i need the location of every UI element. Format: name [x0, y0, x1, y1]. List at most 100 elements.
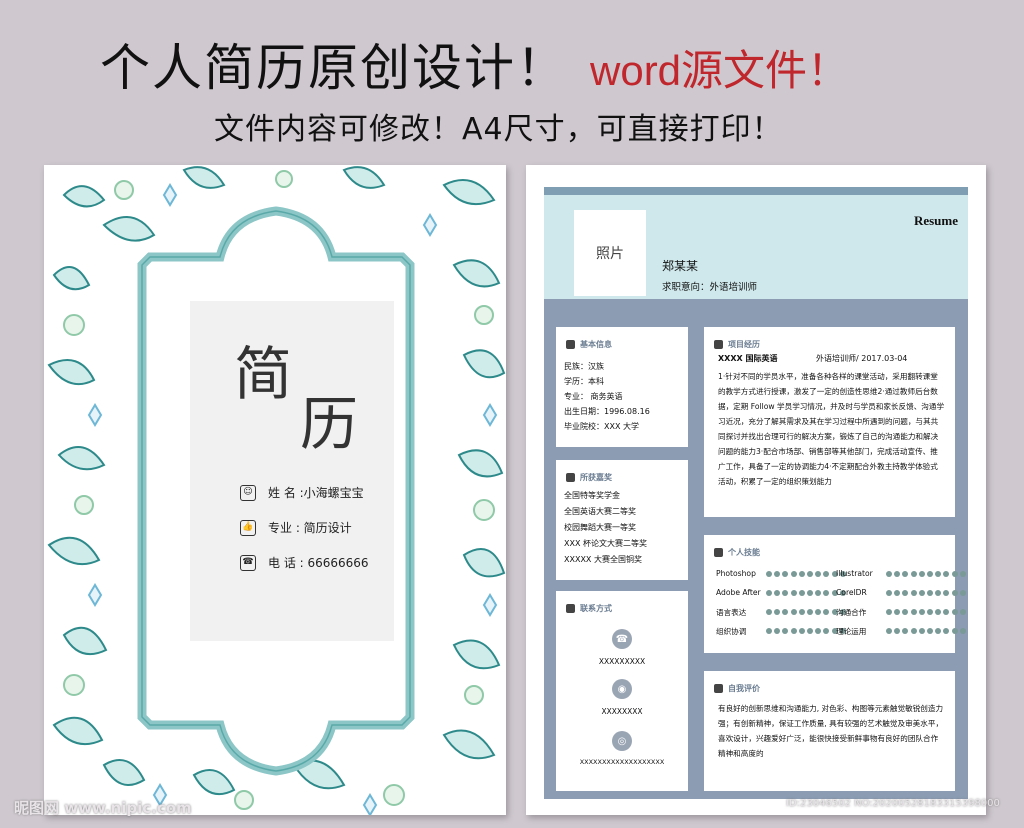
headline-accent: word源文件！: [590, 47, 850, 94]
skill-dot: [774, 609, 781, 615]
skill-dot: [943, 571, 950, 577]
resume-label: Resume: [913, 213, 958, 228]
skill-dot: [910, 590, 917, 596]
basic-info-line: 学历：本科: [564, 377, 604, 386]
skill-dot: [806, 609, 813, 615]
watermark-right: ID:23046502 NO:20200528183315398000: [786, 798, 1000, 809]
photo-placeholder: 照片: [574, 210, 646, 296]
location-icon: ◎: [612, 731, 632, 751]
skill-dot: [806, 590, 813, 596]
cover-page: 简 历 ☺ 姓 名 :小海螺宝宝 👍 专业 : 简历设计 ☎ 电 话 : 666…: [44, 165, 506, 815]
cover-row-major-text: 专业 : 简历设计: [268, 521, 352, 535]
cover-row-name-text: 姓 名 :小海螺宝宝: [268, 486, 364, 500]
skill-dot: [926, 628, 933, 634]
skill-dot: [959, 590, 966, 596]
basic-info-line: 毕业院校：XXX 大学: [564, 422, 639, 431]
medal-icon: [566, 473, 575, 482]
skill-dot: [943, 609, 950, 615]
skill-meter: [766, 609, 846, 615]
projects-heading: 项目经历: [714, 339, 760, 350]
skill-dot: [910, 628, 917, 634]
home-icon: [714, 340, 723, 349]
resume-header: Resume 照片 郑某某 求职意向：外语培训师: [544, 195, 968, 299]
skill-dot: [766, 609, 772, 615]
skill-dot: [894, 571, 901, 577]
skill-dot: [886, 628, 892, 634]
skill-dot: [823, 571, 830, 577]
contact-address: XXXXXXXXXXXXXXXXXXX: [579, 758, 665, 766]
contact-heading: 联系方式: [566, 603, 612, 614]
skill-dot: [951, 590, 958, 596]
skill-dot: [902, 571, 909, 577]
skill-meter: [886, 571, 966, 577]
candidate-name: 郑某某: [662, 259, 699, 273]
skill-dot: [774, 628, 781, 634]
skill-dot: [918, 571, 925, 577]
skill-dot: [790, 590, 797, 596]
cover-title-char-1: 简: [234, 340, 293, 408]
skill-dot: [790, 609, 797, 615]
skill-dot: [918, 590, 925, 596]
award-line: XXXXX 大赛全国铜奖: [564, 555, 642, 564]
skill-dot: [798, 590, 805, 596]
resume-page: Resume 照片 郑某某 求职意向：外语培训师 基本信息 民族：汉族 学历：本…: [526, 165, 986, 815]
skill-meter: [766, 628, 846, 634]
cover-row-phone-text: 电 话 : 66666666: [268, 556, 369, 570]
contact-book-icon: [566, 604, 575, 613]
skill-dot: [902, 609, 909, 615]
cover-title-panel: 简 历 ☺ 姓 名 :小海螺宝宝 👍 专业 : 简历设计 ☎ 电 话 : 666…: [190, 301, 394, 641]
skill-dot: [782, 590, 789, 596]
skill-dot: [935, 609, 942, 615]
id-card-icon: ☺: [240, 484, 256, 501]
basic-info-line: 出生日期：1996.08.16: [564, 407, 650, 416]
skill-meter: [766, 590, 846, 596]
self-eval-card: 自我评价 有良好的创新思维和沟通能力, 对色彩、构图等元素触觉敏锐创造力强；有创…: [704, 671, 955, 791]
skill-dot: [902, 628, 909, 634]
skill-dot: [951, 609, 958, 615]
phone-icon: ☎: [240, 554, 256, 571]
skill-dot: [926, 609, 933, 615]
skill-dot: [806, 571, 813, 577]
skill-dot: [943, 628, 950, 634]
basic-info-heading: 基本信息: [566, 339, 612, 350]
skill-dot: [926, 571, 933, 577]
contact-card: 联系方式 ☎ XXXXXXXXX ◉ XXXXXXXX ◎ XXXXXXXXXX…: [556, 591, 688, 791]
skill-dot: [894, 609, 901, 615]
skill-dot: [823, 609, 830, 615]
qq-icon: ◉: [612, 679, 632, 699]
skill-dot: [910, 571, 917, 577]
skill-dot: [782, 628, 789, 634]
project-role-date: 外语培训师/ 2017.03-04: [816, 354, 908, 363]
skill-dot: [774, 571, 781, 577]
skill-label: CorelDR: [836, 588, 867, 597]
skill-dot: [798, 571, 805, 577]
user-icon: [566, 340, 575, 349]
award-line: 校园舞蹈大赛一等奖: [564, 523, 636, 532]
telephone-icon: ☎: [612, 629, 632, 649]
skill-dot: [886, 571, 892, 577]
skill-dot: [935, 628, 942, 634]
skills-card: 个人技能 Photoshop Illustrator Adobe After Core…: [704, 535, 966, 653]
skill-dot: [798, 609, 805, 615]
skill-dot: [926, 590, 933, 596]
awards-card: 所获嘉奖 全国特等奖学金 全国英语大赛二等奖 校园舞蹈大赛一等奖 XXX 杯论文…: [556, 460, 688, 580]
cover-title-char-2: 历: [300, 390, 359, 458]
self-eval-text: 有良好的创新思维和沟通能力, 对色彩、构图等元素触觉敏锐创造力强；有创新精神，保…: [718, 704, 944, 758]
thumbs-up-icon: 👍: [240, 519, 256, 536]
skill-dot: [774, 590, 781, 596]
resume-body: 基本信息 民族：汉族 学历：本科 专业： 商务英语 出生日期：1996.08.1…: [544, 299, 968, 799]
skill-dot: [823, 628, 830, 634]
headline-main: 个人简历原创设计！: [100, 39, 568, 97]
project-description: 1·针对不同的学员水平，准备各种各样的课堂活动，采用翻转课堂的教学方式进行授课，…: [718, 372, 945, 486]
skill-dot: [886, 590, 892, 596]
skill-dot: [815, 609, 822, 615]
skill-dot: [815, 571, 822, 577]
skill-dot: [894, 590, 901, 596]
header-top-band: [544, 187, 968, 195]
skill-meter: [886, 590, 966, 596]
skill-dot: [959, 609, 966, 615]
cover-row-name: ☺ 姓 名 :小海螺宝宝: [240, 484, 364, 501]
skill-dot: [766, 571, 772, 577]
skill-dot: [902, 590, 909, 596]
award-line: XXX 杯论文大赛二等奖: [564, 539, 647, 548]
